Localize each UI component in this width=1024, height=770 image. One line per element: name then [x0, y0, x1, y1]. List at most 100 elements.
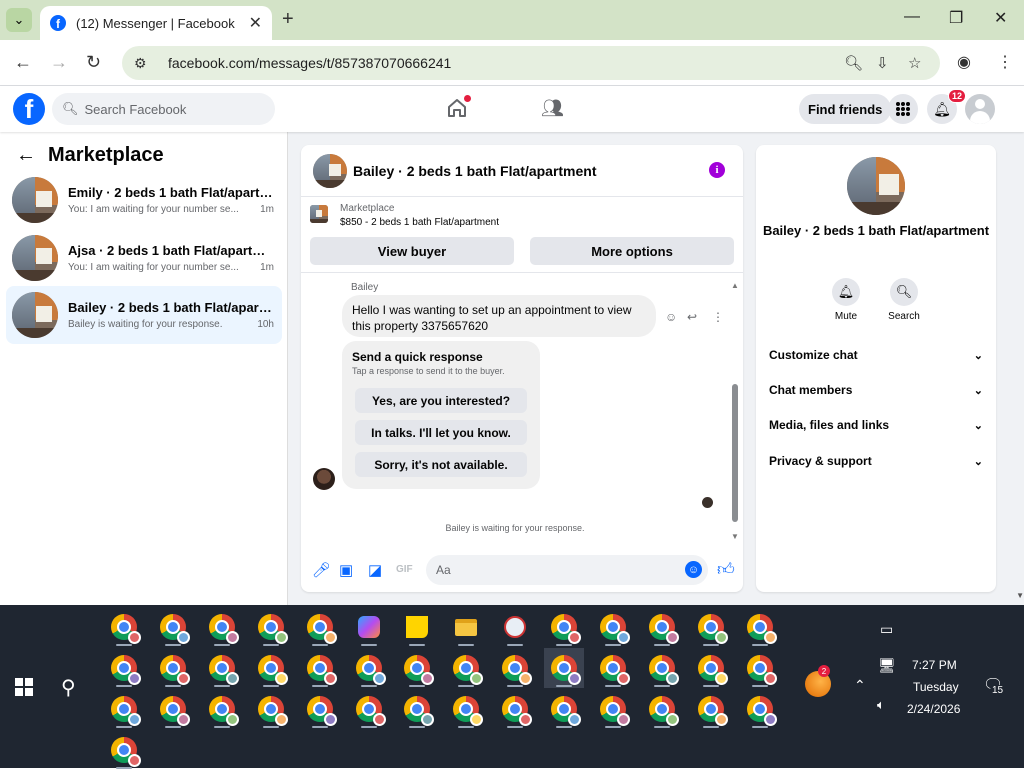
chrome-profile-icon[interactable]	[446, 689, 486, 729]
chrome-profile-icon[interactable]	[104, 689, 144, 729]
chrome-profile-icon[interactable]	[642, 607, 682, 647]
chrome-profile-icon[interactable]	[153, 648, 193, 688]
home-icon[interactable]	[446, 95, 471, 119]
chrome-profile-icon[interactable]	[397, 689, 437, 729]
zoom-icon[interactable]: 🔍︎	[844, 54, 863, 72]
chrome-profile-icon[interactable]	[691, 689, 731, 729]
view-buyer-button[interactable]: View buyer	[310, 237, 514, 265]
chrome-profile-icon[interactable]	[104, 607, 144, 647]
minimize-icon[interactable]: —	[904, 8, 920, 26]
browser-tab[interactable]: f (12) Messenger | Facebook ✕	[40, 6, 272, 40]
emoji-icon[interactable]: ☺	[685, 561, 702, 578]
message-bubble[interactable]: Hello I was wanting to set up an appoint…	[342, 295, 656, 337]
close-window-icon[interactable]: ✕	[994, 8, 1007, 28]
search-conversation-button[interactable]: 🔍︎ Search	[874, 278, 934, 322]
clock-day[interactable]: Tuesday	[913, 680, 959, 694]
chrome-profile-icon[interactable]	[251, 689, 291, 729]
scroll-down-icon[interactable]: ▼	[731, 532, 739, 541]
menu-grid-icon[interactable]	[888, 94, 918, 124]
conversation-item[interactable]: Emily · 2 beds 1 bath Flat/apartment You:…	[6, 171, 282, 229]
install-app-icon[interactable]: ⇩	[876, 54, 889, 72]
reply-icon[interactable]: ↩	[687, 310, 697, 324]
mute-button[interactable]: 🔔︎ Mute	[816, 278, 876, 322]
microphone-icon[interactable]: 🎤︎	[312, 561, 331, 579]
conversation-item[interactable]: Bailey · 2 beds 1 bath Flat/apartme... Ba…	[6, 286, 282, 344]
forward-icon[interactable]: →	[50, 52, 68, 73]
message-input[interactable]: Aa	[426, 555, 708, 585]
network-icon[interactable]: 🖥︎	[878, 657, 896, 674]
chrome-profile-icon[interactable]	[642, 689, 682, 729]
new-tab-icon[interactable]: +	[282, 8, 294, 31]
chrome-profile-icon[interactable]	[300, 689, 340, 729]
scrollbar-thumb[interactable]	[732, 384, 738, 522]
chrome-profile-icon[interactable]	[153, 607, 193, 647]
find-friends-button[interactable]: Find friends	[799, 94, 892, 124]
close-tab-icon[interactable]: ✕	[249, 13, 262, 33]
conversation-item[interactable]: Ajsa · 2 beds 1 bath Flat/apartment You: …	[6, 229, 282, 287]
chrome-profile-icon[interactable]	[202, 689, 242, 729]
menu-kebab-icon[interactable]: ⋮	[997, 52, 1013, 72]
file-explorer-icon[interactable]	[446, 607, 486, 647]
volume-icon[interactable]: 🔈︎	[877, 697, 885, 713]
media-files-links-section[interactable]: Media, files and links ⌄	[769, 418, 983, 432]
customize-chat-section[interactable]: Customize chat ⌄	[769, 348, 983, 362]
quick-response-button[interactable]: Sorry, it's not available.	[355, 452, 527, 477]
site-settings-icon[interactable]: ⚙	[134, 55, 154, 72]
more-actions-icon[interactable]: ⋮	[712, 310, 724, 324]
chrome-profile-icon[interactable]	[740, 607, 780, 647]
facebook-search-input[interactable]: 🔍︎ Search Facebook	[52, 93, 275, 125]
chrome-profile-icon[interactable]	[495, 689, 535, 729]
chrome-profile-icon[interactable]	[202, 607, 242, 647]
windows-start-icon[interactable]	[15, 678, 33, 696]
chrome-profile-icon[interactable]	[251, 648, 291, 688]
chrome-profile-icon[interactable]	[691, 607, 731, 647]
chrome-profile-icon[interactable]	[544, 689, 584, 729]
listing-thumbnail[interactable]	[313, 153, 347, 188]
chrome-profile-icon[interactable]	[642, 648, 682, 688]
chrome-profile-icon[interactable]	[544, 648, 585, 688]
back-arrow-icon[interactable]: ←	[16, 144, 36, 167]
chrome-profile-icon[interactable]	[251, 607, 291, 647]
profile-icon[interactable]: ◉	[957, 52, 971, 72]
chrome-profile-icon[interactable]	[202, 648, 242, 688]
thumbs-up-icon[interactable]: 👍︎	[717, 559, 735, 580]
friends-icon[interactable]: 👥︎	[541, 98, 564, 119]
chrome-profile-icon[interactable]	[495, 648, 535, 688]
chrome-profile-icon[interactable]	[740, 689, 780, 729]
chrome-profile-icon[interactable]	[104, 730, 144, 770]
gif-icon[interactable]: GIF	[396, 564, 413, 575]
clock-date[interactable]: 2/24/2026	[907, 702, 960, 716]
scroll-up-icon[interactable]: ▲	[731, 281, 739, 290]
clock-time[interactable]: 7:27 PM	[912, 658, 957, 672]
listing-large-thumbnail[interactable]	[847, 157, 905, 215]
chrome-profile-icon[interactable]	[153, 689, 193, 729]
back-icon[interactable]: ←	[14, 52, 32, 73]
chrome-profile-icon[interactable]	[593, 648, 633, 688]
page-scroll-down-icon[interactable]: ▼	[1016, 591, 1024, 600]
chrome-profile-icon[interactable]	[593, 607, 633, 647]
chrome-profile-icon[interactable]	[593, 689, 633, 729]
photo-attach-icon[interactable]: ▣	[339, 561, 353, 579]
chrome-profile-icon[interactable]	[349, 689, 389, 729]
more-options-button[interactable]: More options	[530, 237, 734, 265]
chrome-profile-icon[interactable]	[397, 648, 437, 688]
chrome-profile-icon[interactable]	[544, 607, 584, 647]
sticky-notes-icon[interactable]	[397, 607, 437, 647]
reload-icon[interactable]: ↻	[86, 52, 101, 73]
sticker-icon[interactable]: ◪	[368, 561, 382, 579]
show-hidden-icons-icon[interactable]: ⌃	[854, 677, 866, 694]
chrome-profile-icon[interactable]	[349, 648, 389, 688]
chrome-profile-icon[interactable]	[300, 607, 340, 647]
account-avatar[interactable]	[965, 94, 995, 124]
copilot-icon[interactable]	[349, 607, 389, 647]
chat-title[interactable]: Bailey · 2 beds 1 bath Flat/apartment	[353, 163, 597, 179]
meet-now-icon[interactable]: ▭	[880, 621, 893, 638]
chat-members-section[interactable]: Chat members ⌄	[769, 383, 983, 397]
marketplace-listing-card[interactable]: Marketplace $850 - 2 beds 1 bath Flat/ap…	[310, 203, 499, 228]
web-app-icon[interactable]	[495, 607, 535, 647]
bookmark-star-icon[interactable]: ☆	[908, 54, 921, 72]
chrome-profile-icon[interactable]	[104, 648, 144, 688]
url-text[interactable]: facebook.com/messages/t/857387070666241	[168, 55, 451, 71]
facebook-logo-icon[interactable]: f	[13, 93, 45, 125]
quick-response-button[interactable]: In talks. I'll let you know.	[355, 420, 527, 445]
